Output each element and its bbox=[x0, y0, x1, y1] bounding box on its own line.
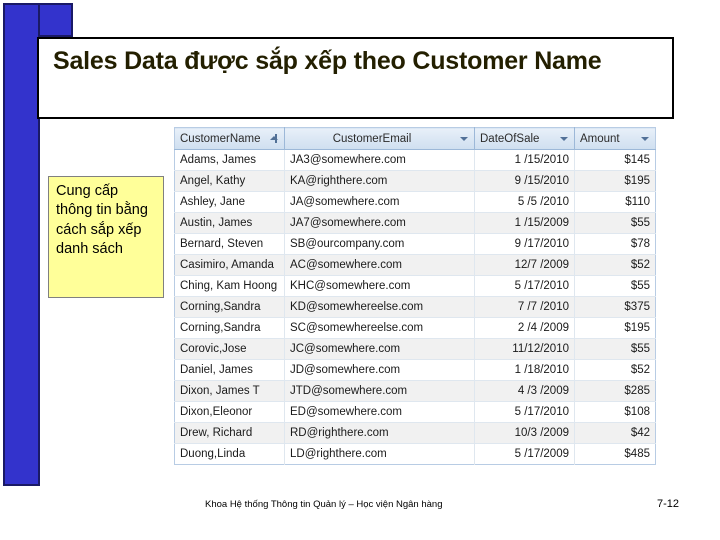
column-header-amount[interactable]: Amount bbox=[574, 127, 656, 150]
cell-amount[interactable]: $195 bbox=[574, 170, 656, 192]
column-header-label: DateOfSale bbox=[480, 132, 540, 145]
cell-customeremail[interactable]: JD@somewhere.com bbox=[284, 359, 475, 381]
cell-amount[interactable]: $55 bbox=[574, 338, 656, 360]
cell-amount[interactable]: $78 bbox=[574, 233, 656, 255]
cell-customeremail[interactable]: KHC@somewhere.com bbox=[284, 275, 475, 297]
cell-customername[interactable]: Duong,Linda bbox=[174, 443, 285, 465]
cell-customername[interactable]: Ching, Kam Hoong bbox=[174, 275, 285, 297]
cell-customername[interactable]: Angel, Kathy bbox=[174, 170, 285, 192]
cell-amount[interactable]: $195 bbox=[574, 317, 656, 339]
table-row[interactable]: Duong,Linda LD@righthere.com 5 /17/2009 $48… bbox=[174, 443, 656, 465]
cell-customeremail[interactable]: LD@righthere.com bbox=[284, 443, 475, 465]
cell-customername[interactable]: Corovic,Jose bbox=[174, 338, 285, 360]
cell-amount[interactable]: $108 bbox=[574, 401, 656, 423]
cell-amount[interactable]: $375 bbox=[574, 296, 656, 318]
callout-box: Cung cấp thông tin bằng cách sắp xếp dan… bbox=[48, 176, 164, 298]
cell-amount[interactable]: $285 bbox=[574, 380, 656, 402]
cell-customername[interactable]: Dixon,Eleonor bbox=[174, 401, 285, 423]
table-row[interactable]: Ching, Kam Hoong KHC@somewhere.com 5 /17/2… bbox=[174, 275, 656, 297]
table-row[interactable]: Dixon, James T JTD@somewhere.com 4 /3 /200… bbox=[174, 380, 656, 402]
cell-customername[interactable]: Corning,Sandra bbox=[174, 317, 285, 339]
table-row[interactable]: Corning,Sandra SC@somewhereelse.com 2 /4 /… bbox=[174, 317, 656, 339]
cell-dateofsale[interactable]: 5 /5 /2010 bbox=[474, 191, 575, 213]
cell-customername[interactable]: Daniel, James bbox=[174, 359, 285, 381]
table-row[interactable]: Ashley, Jane JA@somewhere.com 5 /5 /2010 $1… bbox=[174, 191, 656, 213]
cell-amount[interactable]: $52 bbox=[574, 254, 656, 276]
column-header-customername[interactable]: CustomerName bbox=[174, 127, 285, 150]
footer-credit: Khoa Hệ thống Thông tin Quản lý – Học vi… bbox=[205, 499, 443, 510]
table-row[interactable]: Bernard, Steven SB@ourcompany.com 9 /17/20… bbox=[174, 233, 656, 255]
column-header-label: Amount bbox=[580, 132, 620, 145]
cell-amount[interactable]: $52 bbox=[574, 359, 656, 381]
cell-amount[interactable]: $55 bbox=[574, 212, 656, 234]
cell-dateofsale[interactable]: 2 /4 /2009 bbox=[474, 317, 575, 339]
cell-customername[interactable]: Austin, James bbox=[174, 212, 285, 234]
sales-data-table: CustomerName CustomerEmail DateOfSale Am… bbox=[174, 127, 656, 465]
decorative-accent-bar bbox=[3, 3, 40, 486]
cell-customername[interactable]: Dixon, James T bbox=[174, 380, 285, 402]
table-body: Adams, James JA3@somewhere.com 1 /15/2010 $… bbox=[174, 149, 656, 465]
cell-customername[interactable]: Adams, James bbox=[174, 149, 285, 171]
table-row[interactable]: Corning,Sandra KD@somewhereelse.com 7 /7 /… bbox=[174, 296, 656, 318]
cell-customername[interactable]: Bernard, Steven bbox=[174, 233, 285, 255]
cell-customeremail[interactable]: KD@somewhereelse.com bbox=[284, 296, 475, 318]
cell-customeremail[interactable]: AC@somewhere.com bbox=[284, 254, 475, 276]
cell-customername[interactable]: Casimiro, Amanda bbox=[174, 254, 285, 276]
cell-customeremail[interactable]: ED@somewhere.com bbox=[284, 401, 475, 423]
cell-dateofsale[interactable]: 1 /15/2009 bbox=[474, 212, 575, 234]
page-number: 7-12 bbox=[657, 498, 680, 510]
cell-dateofsale[interactable]: 10/3 /2009 bbox=[474, 422, 575, 444]
table-row[interactable]: Drew, Richard RD@righthere.com 10/3 /2009 $… bbox=[174, 422, 656, 444]
cell-dateofsale[interactable]: 5 /17/2010 bbox=[474, 401, 575, 423]
cell-customeremail[interactable]: JA@somewhere.com bbox=[284, 191, 475, 213]
dropdown-icon[interactable] bbox=[641, 134, 650, 143]
cell-amount[interactable]: $55 bbox=[574, 275, 656, 297]
cell-customeremail[interactable]: KA@righthere.com bbox=[284, 170, 475, 192]
cell-customername[interactable]: Corning,Sandra bbox=[174, 296, 285, 318]
cell-dateofsale[interactable]: 7 /7 /2010 bbox=[474, 296, 575, 318]
dropdown-icon[interactable] bbox=[459, 134, 469, 143]
cell-customeremail[interactable]: SB@ourcompany.com bbox=[284, 233, 475, 255]
cell-dateofsale[interactable]: 9 /15/2010 bbox=[474, 170, 575, 192]
table-row[interactable]: Daniel, James JD@somewhere.com 1 /18/2010 $… bbox=[174, 359, 656, 381]
cell-customeremail[interactable]: RD@righthere.com bbox=[284, 422, 475, 444]
cell-dateofsale[interactable]: 5 /17/2009 bbox=[474, 443, 575, 465]
column-header-dateofsale[interactable]: DateOfSale bbox=[474, 127, 575, 150]
cell-amount[interactable]: $110 bbox=[574, 191, 656, 213]
table-header: CustomerName CustomerEmail DateOfSale Am… bbox=[174, 127, 656, 150]
cell-customeremail[interactable]: JC@somewhere.com bbox=[284, 338, 475, 360]
cell-customeremail[interactable]: SC@somewhereelse.com bbox=[284, 317, 475, 339]
cell-dateofsale[interactable]: 1 /15/2010 bbox=[474, 149, 575, 171]
table-row[interactable]: Casimiro, Amanda AC@somewhere.com 12/7 /20… bbox=[174, 254, 656, 276]
callout-text: Cung cấp thông tin bằng cách sắp xếp dan… bbox=[56, 183, 152, 257]
cell-customeremail[interactable]: JA3@somewhere.com bbox=[284, 149, 475, 171]
table-row[interactable]: Angel, Kathy KA@righthere.com 9 /15/2010 $1… bbox=[174, 170, 656, 192]
cell-dateofsale[interactable]: 1 /18/2010 bbox=[474, 359, 575, 381]
page-title: Sales Data được sắp xếp theo Customer Na… bbox=[53, 47, 602, 75]
table-row[interactable]: Austin, James JA7@somewhere.com 1 /15/2009… bbox=[174, 212, 656, 234]
cell-customeremail[interactable]: JA7@somewhere.com bbox=[284, 212, 475, 234]
cell-dateofsale[interactable]: 5 /17/2010 bbox=[474, 275, 575, 297]
table-row[interactable]: Corovic,Jose JC@somewhere.com 11/12/2010 $5… bbox=[174, 338, 656, 360]
cell-amount[interactable]: $485 bbox=[575, 444, 656, 465]
cell-customername[interactable]: Drew, Richard bbox=[174, 422, 285, 444]
cell-dateofsale[interactable]: 9 /17/2010 bbox=[474, 233, 575, 255]
table-row[interactable]: Adams, James JA3@somewhere.com 1 /15/2010 $… bbox=[174, 149, 656, 171]
table-header-row: CustomerName CustomerEmail DateOfSale Am… bbox=[174, 127, 656, 150]
cell-amount[interactable]: $42 bbox=[574, 422, 656, 444]
column-header-label: CustomerEmail bbox=[332, 132, 412, 145]
cell-dateofsale[interactable]: 12/7 /2009 bbox=[474, 254, 575, 276]
cell-dateofsale[interactable]: 11/12/2010 bbox=[474, 338, 575, 360]
sort-ascending-icon[interactable] bbox=[270, 134, 279, 143]
cell-amount[interactable]: $145 bbox=[574, 149, 656, 171]
table-row[interactable]: Dixon,Eleonor ED@somewhere.com 5 /17/2010 $… bbox=[174, 401, 656, 423]
column-header-customeremail[interactable]: CustomerEmail bbox=[284, 127, 475, 150]
column-header-label: CustomerName bbox=[180, 132, 261, 145]
slide-title-box: Sales Data được sắp xếp theo Customer Na… bbox=[37, 37, 674, 119]
cell-customername[interactable]: Ashley, Jane bbox=[174, 191, 285, 213]
dropdown-icon[interactable] bbox=[560, 134, 569, 143]
cell-customeremail[interactable]: JTD@somewhere.com bbox=[284, 380, 475, 402]
cell-dateofsale[interactable]: 4 /3 /2009 bbox=[474, 380, 575, 402]
